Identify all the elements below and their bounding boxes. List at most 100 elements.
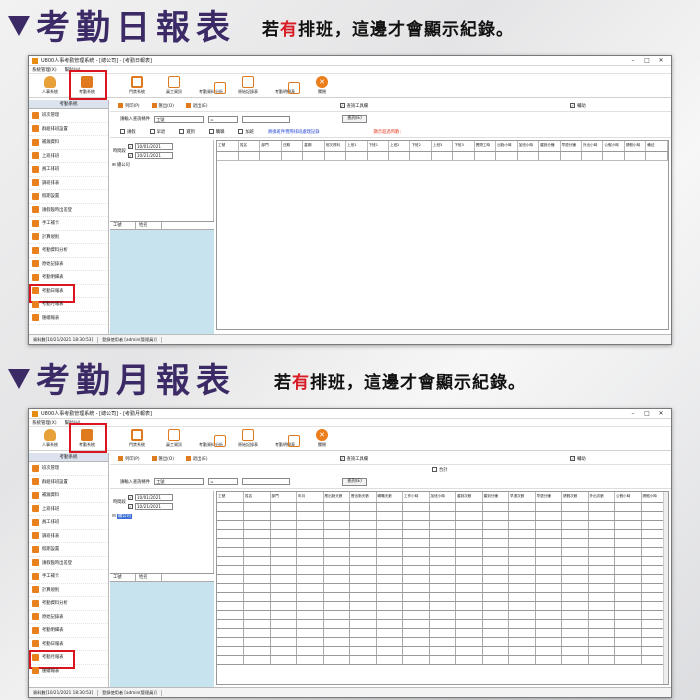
table-cell[interactable] xyxy=(588,646,615,656)
table-cell[interactable] xyxy=(323,646,350,656)
org-tree[interactable]: ⊟ 總公司 xyxy=(110,513,213,519)
table-cell[interactable] xyxy=(323,628,350,638)
search-button[interactable]: 查詢(E) xyxy=(342,115,367,123)
table-cell[interactable] xyxy=(614,511,642,521)
table-cell[interactable] xyxy=(376,601,403,611)
query-toolbar-toggle[interactable]: 查詢工具欄 xyxy=(339,455,368,462)
table-cell[interactable] xyxy=(560,151,582,161)
sidebar-item[interactable]: 手工補卡 xyxy=(29,570,108,584)
sidebar-item[interactable]: 考勤日報表 xyxy=(29,638,108,651)
table-cell[interactable] xyxy=(217,502,244,512)
table-cell[interactable] xyxy=(402,601,430,611)
table-cell[interactable] xyxy=(429,556,456,566)
table-cell[interactable] xyxy=(535,610,562,620)
sidebar-item[interactable]: 上班排班 xyxy=(29,150,108,163)
table-cell[interactable] xyxy=(402,502,430,512)
table-cell[interactable] xyxy=(217,538,244,548)
table-cell[interactable] xyxy=(349,628,377,638)
table-cell[interactable] xyxy=(588,520,615,530)
table-cell[interactable] xyxy=(538,151,561,161)
table-cell[interactable] xyxy=(296,646,324,656)
sidebar-item[interactable]: 計算規則 xyxy=(29,231,108,244)
table-cell[interactable] xyxy=(508,628,536,638)
table-cell[interactable] xyxy=(296,511,324,521)
table-cell[interactable] xyxy=(535,628,562,638)
table-cell[interactable] xyxy=(508,529,536,539)
column-header[interactable]: 遲到分鐘 xyxy=(482,492,509,503)
minimize-button[interactable]: – xyxy=(626,410,640,417)
column-header[interactable]: 部門 xyxy=(259,141,282,152)
table-cell[interactable] xyxy=(345,151,368,161)
table-cell[interactable] xyxy=(243,583,271,593)
table-cell[interactable] xyxy=(217,619,244,629)
table-cell[interactable] xyxy=(323,574,350,584)
filter-early-leave[interactable]: 早退 xyxy=(149,128,165,135)
table-cell[interactable] xyxy=(429,502,456,512)
table-cell[interactable] xyxy=(561,556,589,566)
column-header[interactable]: 班次資料 xyxy=(324,141,347,152)
sidebar-item[interactable]: 原始記錄表 xyxy=(29,611,108,624)
table-cell[interactable] xyxy=(561,655,589,665)
table-cell[interactable] xyxy=(217,574,244,584)
table-cell[interactable] xyxy=(323,601,350,611)
table-cell[interactable] xyxy=(376,646,403,656)
table-cell[interactable] xyxy=(482,529,509,539)
table-cell[interactable] xyxy=(561,511,589,521)
table-cell[interactable] xyxy=(402,547,430,557)
table-cell[interactable] xyxy=(217,592,244,602)
table-cell[interactable] xyxy=(349,592,377,602)
table-cell[interactable] xyxy=(482,610,509,620)
table-cell[interactable] xyxy=(508,556,536,566)
table-cell[interactable] xyxy=(217,655,244,665)
tree-root[interactable]: 總公司 xyxy=(116,514,132,519)
table-cell[interactable] xyxy=(376,538,403,548)
table-cell[interactable] xyxy=(561,619,589,629)
table-cell[interactable] xyxy=(270,502,297,512)
table-cell[interactable] xyxy=(482,637,509,647)
table-cell[interactable] xyxy=(535,520,562,530)
table-cell[interactable] xyxy=(349,565,377,575)
table-cell[interactable] xyxy=(270,637,297,647)
table-cell[interactable] xyxy=(349,646,377,656)
table-cell[interactable] xyxy=(429,583,456,593)
sidebar-item[interactable]: 考勤明細表 xyxy=(29,271,108,285)
table-cell[interactable] xyxy=(508,592,536,602)
table-cell[interactable] xyxy=(402,655,430,665)
sidebar-item[interactable]: 手工補卡 xyxy=(29,217,108,231)
sidebar-item[interactable]: 匯總報表 xyxy=(29,665,108,678)
table-cell[interactable] xyxy=(508,511,536,521)
employee-info-button[interactable]: 員工資訊 xyxy=(157,73,191,95)
column-header[interactable]: 實出勤天數 xyxy=(349,492,377,503)
sidebar-item[interactable]: 請假臨時出差登 xyxy=(29,204,108,217)
table-cell[interactable] xyxy=(614,502,642,512)
attendance-system-button[interactable]: 考勤系統 xyxy=(69,423,107,453)
table-cell[interactable] xyxy=(614,520,642,530)
table-cell[interactable] xyxy=(296,529,324,539)
column-header[interactable]: 工號 xyxy=(217,141,239,152)
table-cell[interactable] xyxy=(508,502,536,512)
table-cell[interactable] xyxy=(645,151,668,161)
sidebar-item[interactable]: 上班排班 xyxy=(29,503,108,516)
table-cell[interactable] xyxy=(243,547,271,557)
table-cell[interactable] xyxy=(588,502,615,512)
column-header[interactable]: 上班2 xyxy=(388,141,411,152)
table-cell[interactable] xyxy=(217,646,244,656)
table-cell[interactable] xyxy=(323,547,350,557)
query-toolbar-toggle[interactable]: 查詢工具欄 xyxy=(339,102,368,109)
table-cell[interactable] xyxy=(402,628,430,638)
table-cell[interactable] xyxy=(429,646,456,656)
table-cell[interactable] xyxy=(455,655,483,665)
table-cell[interactable] xyxy=(429,610,456,620)
table-cell[interactable] xyxy=(243,511,271,521)
table-cell[interactable] xyxy=(588,610,615,620)
sidebar-item[interactable]: 調班排表 xyxy=(29,177,108,190)
quit-button[interactable]: 退出(E) xyxy=(185,456,208,462)
table-cell[interactable] xyxy=(588,529,615,539)
table-cell[interactable] xyxy=(508,574,536,584)
column-header[interactable]: 公假小時 xyxy=(602,141,625,152)
query-field-select[interactable]: 工號 xyxy=(154,478,205,485)
table-cell[interactable] xyxy=(429,574,456,584)
sidebar-item-monthly-report[interactable]: 考勤月報表 xyxy=(29,650,108,669)
table-cell[interactable] xyxy=(455,511,483,521)
table-cell[interactable] xyxy=(324,151,347,161)
